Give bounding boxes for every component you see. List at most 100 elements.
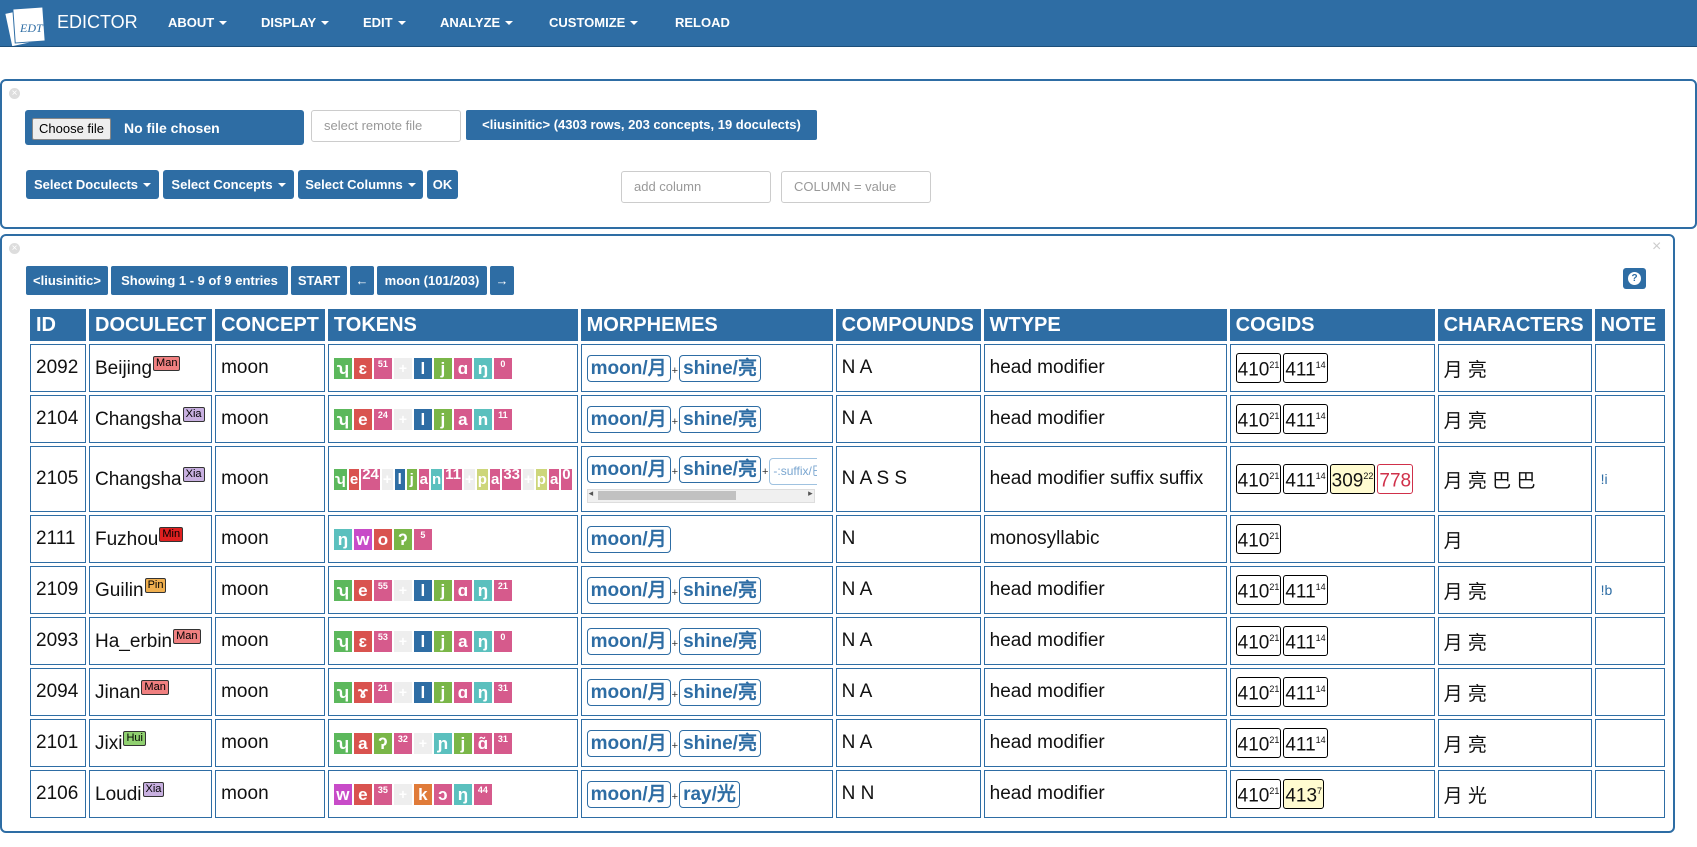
cognate-id[interactable]: 41114 [1283,575,1328,605]
cell-cogids[interactable]: 41021 41114 [1229,719,1435,767]
cell-wtype[interactable]: monosyllabic [983,515,1227,563]
cell-wtype[interactable]: head modifier [983,344,1227,392]
morpheme-tag[interactable]: ray/光 [679,780,740,808]
cell-characters[interactable]: 月 亮 巴 巴 [1437,446,1592,512]
morpheme-tag[interactable]: shine/亮 [679,354,761,382]
cell-note[interactable] [1594,668,1665,716]
cognate-id[interactable]: 41114 [1283,728,1328,758]
cognate-id[interactable]: 30922 [1329,464,1376,494]
table-row[interactable]: 2104 Changsha Xia moon ʮ e 24 + l j a n 11 moon/月 + shi… [30,395,1665,443]
morpheme-tag[interactable]: shine/亮 [679,455,761,483]
cell-concept[interactable]: moon [215,566,325,614]
help-button[interactable]: ? [1623,268,1646,289]
cell-cogids[interactable]: 41021 41114 [1229,566,1435,614]
cell-characters[interactable]: 月 亮 [1437,344,1592,392]
note-link[interactable]: !b [1601,582,1613,598]
cell-tokens[interactable]: ʮ ɤ 21 + l j ɑ ŋ 31 [327,668,578,716]
cell-note[interactable] [1594,770,1665,818]
cell-morphemes[interactable]: moon/月 + shine/亮 [580,566,833,614]
cell-characters[interactable]: 月 [1437,515,1592,563]
menu-about[interactable]: ABOUT [168,15,228,30]
cognate-id[interactable]: 41114 [1283,464,1328,494]
cell-note[interactable]: !i [1594,446,1665,512]
cognate-id[interactable]: 41021 [1235,404,1282,434]
close-panel-icon[interactable]: × [1652,238,1661,256]
remote-file-select[interactable]: select remote file [311,110,461,142]
cell-morphemes[interactable]: moon/月 + shine/亮 [580,668,833,716]
cell-note[interactable] [1594,617,1665,665]
cell-morphemes[interactable]: moon/月+shine/亮+-:suffix/巴◂▸ [580,446,833,512]
cell-morphemes[interactable]: moon/月 + shine/亮 [580,617,833,665]
morpheme-tag[interactable]: shine/亮 [679,627,761,655]
cell-id[interactable]: 2104 [30,395,86,443]
close-icon[interactable]: × [9,88,20,99]
cell-concept[interactable]: moon [215,344,325,392]
morpheme-tag[interactable]: moon/月 [586,780,671,808]
menu-reload[interactable]: RELOAD [675,15,730,30]
cognate-id[interactable]: 41021 [1235,626,1282,656]
cell-compounds[interactable]: N A S S [835,446,981,512]
scroll-left-icon[interactable]: ◂ [589,488,594,499]
cell-doculect[interactable]: Loudi Xia [89,770,213,818]
scroll-right-icon[interactable]: ▸ [808,488,813,499]
cell-note[interactable] [1594,719,1665,767]
column-value-input[interactable]: COLUMN = value [781,171,931,203]
col-header-characters[interactable]: CHARACTERS [1437,309,1592,341]
cognate-id[interactable]: 41114 [1283,404,1328,434]
morpheme-tag[interactable]: shine/亮 [679,576,761,604]
cell-tokens[interactable]: ʮ e 55 + l j ɑ ŋ 21 [327,566,578,614]
cell-characters[interactable]: 月 亮 [1437,668,1592,716]
cell-cogids[interactable]: 41021 [1229,515,1435,563]
start-button[interactable]: START [291,266,347,295]
menu-edit[interactable]: EDIT [363,15,406,30]
cognate-id[interactable]: 41021 [1235,464,1282,494]
cell-wtype[interactable]: head modifier suffix suffix [983,446,1227,512]
concept-selector[interactable]: moon (101/203) [377,266,487,295]
cell-compounds[interactable]: N A [835,344,981,392]
cell-note[interactable] [1594,395,1665,443]
next-button[interactable]: → [490,266,514,295]
cognate-id[interactable]: 41021 [1235,677,1282,707]
cell-characters[interactable]: 月 光 [1437,770,1592,818]
col-header-cogids[interactable]: COGIDS [1229,309,1435,341]
select-doculects-button[interactable]: Select Doculects [26,170,159,199]
cell-concept[interactable]: moon [215,719,325,767]
cell-morphemes[interactable]: moon/月 + ray/光 [580,770,833,818]
cell-tokens[interactable]: ʮ ɛ 51 + l j ɑ ŋ 0 [327,344,578,392]
cell-id[interactable]: 2106 [30,770,86,818]
cell-cogids[interactable]: 41021 41114 [1229,668,1435,716]
cell-morphemes[interactable]: moon/月 [580,515,833,563]
cell-tokens[interactable]: ʮ ɛ 53 + l j a ŋ 0 [327,617,578,665]
prev-button[interactable]: ← [350,266,374,295]
cell-tokens[interactable]: ʮ a ʔ 32 + ɲ j ɑ̃ 31 [327,719,578,767]
cell-id[interactable]: 2092 [30,344,86,392]
cell-concept[interactable]: moon [215,515,325,563]
cell-characters[interactable]: 月 亮 [1437,617,1592,665]
cell-tokens[interactable]: ʮ e 24 + l j a n 11 + p a 33 + p a 0 [327,446,578,512]
choose-file-button[interactable]: Choose file [32,118,112,140]
morpheme-tag[interactable]: shine/亮 [679,678,761,706]
cell-wtype[interactable]: head modifier [983,770,1227,818]
cell-tokens[interactable]: w e 35 + k ɔ ŋ 44 [327,770,578,818]
cell-cogids[interactable]: 41021 41114 [1229,617,1435,665]
col-header-note[interactable]: NOTE [1594,309,1665,341]
cell-concept[interactable]: moon [215,668,325,716]
morpheme-tag[interactable]: moon/月 [586,354,671,382]
cell-doculect[interactable]: Jinan Man [89,668,213,716]
cell-tokens[interactable]: ŋwoʔ5 [327,515,578,563]
cell-id[interactable]: 2105 [30,446,86,512]
cognate-id[interactable]: 41021 [1235,779,1282,809]
ok-button[interactable]: OK [427,170,458,199]
cognate-id[interactable]: 41114 [1283,626,1328,656]
cell-note[interactable] [1594,515,1665,563]
cell-concept[interactable]: moon [215,617,325,665]
cognate-id[interactable]: 41114 [1283,677,1328,707]
cognate-id[interactable]: 41021 [1235,728,1282,758]
cell-compounds[interactable]: N A [835,617,981,665]
cell-wtype[interactable]: head modifier [983,395,1227,443]
col-header-doculect[interactable]: DOCULECT [89,309,213,341]
cell-doculect[interactable]: Changsha Xia [89,446,213,512]
cell-doculect[interactable]: Jixi Hui [89,719,213,767]
table-row[interactable]: 2105 Changsha Xia moon ʮ e 24 + l j a n 11 + p a 33 + p a 0 m… [30,446,1665,512]
cell-wtype[interactable]: head modifier [983,719,1227,767]
